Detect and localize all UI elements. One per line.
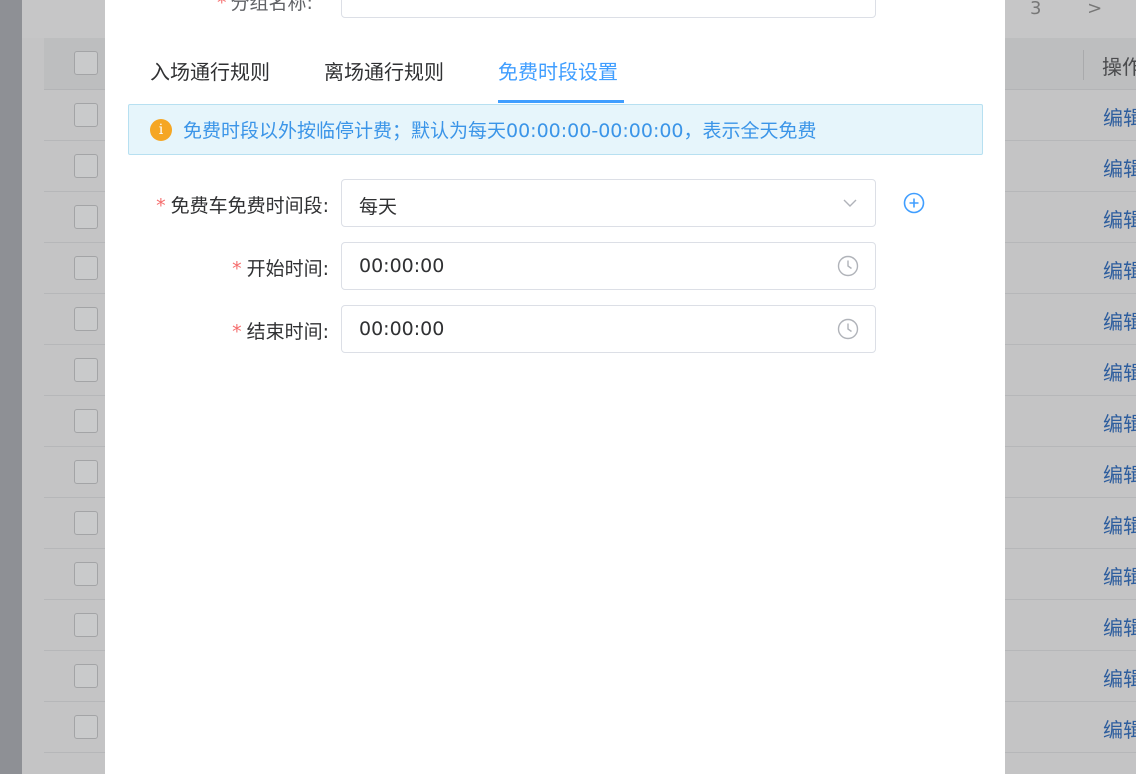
background-row-checkbox <box>74 511 98 535</box>
info-icon: i <box>150 118 172 141</box>
tab-exit-rules[interactable]: 离场通行规则 <box>324 56 444 85</box>
clock-icon <box>837 318 859 340</box>
background-header-divider <box>1083 50 1084 80</box>
required-mark: * <box>217 0 227 14</box>
add-period-plus-icon[interactable] <box>903 192 925 214</box>
start-time-value: 00:00:00 <box>359 255 445 277</box>
required-mark: * <box>156 195 166 217</box>
background-row-checkbox <box>74 307 98 331</box>
background-edit-link: 编辑 <box>1103 106 1136 130</box>
group-name-label-text: 分组名称: <box>230 0 313 14</box>
chevron-down-icon <box>843 199 857 207</box>
form-row-end-time: * 结束时间: 00:00:00 <box>105 305 1005 353</box>
background-edit-link: 编辑 <box>1103 616 1136 640</box>
group-name-input[interactable] <box>341 0 876 18</box>
free-period-dialog: * 分组名称: 入场通行规则 离场通行规则 免费时段设置 i 免费时段以外按临停计… <box>105 0 1005 774</box>
tab-free-period-settings[interactable]: 免费时段设置 <box>498 56 618 85</box>
background-row-checkbox <box>74 256 98 280</box>
background-edit-link: 编辑 <box>1103 259 1136 283</box>
start-time-label-text: 开始时间: <box>246 258 329 280</box>
end-time-label: * 结束时间: <box>232 317 329 344</box>
background-row-checkbox <box>74 715 98 739</box>
clock-icon <box>837 255 859 277</box>
background-row-checkbox <box>74 562 98 586</box>
background-edit-link: 编辑 <box>1103 361 1136 385</box>
tab-entry-rules[interactable]: 入场通行规则 <box>150 56 270 85</box>
background-row-checkbox <box>74 154 98 178</box>
active-tab-indicator <box>498 100 624 103</box>
background-row-checkbox <box>74 613 98 637</box>
end-time-picker[interactable]: 00:00:00 <box>341 305 876 353</box>
end-time-label-text: 结束时间: <box>246 321 329 343</box>
required-mark: * <box>232 258 242 280</box>
background-row-checkbox <box>74 358 98 382</box>
background-edit-link: 编辑 <box>1103 565 1136 589</box>
free-period-select[interactable]: 每天 <box>341 179 876 227</box>
background-header-checkbox <box>74 51 98 75</box>
background-edit-link: 编辑 <box>1103 718 1136 742</box>
start-time-label: * 开始时间: <box>232 254 329 281</box>
free-period-value: 每天 <box>359 196 398 218</box>
background-edit-link: 编辑 <box>1103 412 1136 436</box>
start-time-picker[interactable]: 00:00:00 <box>341 242 876 290</box>
info-alert: i 免费时段以外按临停计费；默认为每天00:00:00-00:00:00，表示全… <box>128 104 983 155</box>
background-row-checkbox <box>74 205 98 229</box>
background-row-checkbox <box>74 409 98 433</box>
rule-tabs: 入场通行规则 离场通行规则 免费时段设置 <box>128 38 983 104</box>
background-edit-link: 编辑 <box>1103 514 1136 538</box>
end-time-value: 00:00:00 <box>359 318 445 340</box>
free-period-label: * 免费车免费时间段: <box>156 191 329 218</box>
background-edit-link: 编辑 <box>1103 208 1136 232</box>
alert-text: 免费时段以外按临停计费；默认为每天00:00:00-00:00:00，表示全天免… <box>183 120 817 142</box>
background-edit-link: 编辑 <box>1103 463 1136 487</box>
background-action-column-header: 操作 <box>1102 55 1136 79</box>
background-row-checkbox <box>74 103 98 127</box>
group-name-label: * 分组名称: <box>217 0 313 15</box>
free-period-label-text: 免费车免费时间段: <box>170 195 329 217</box>
background-edit-link: 编辑 <box>1103 667 1136 691</box>
background-row-checkbox <box>74 460 98 484</box>
background-row-checkbox <box>74 664 98 688</box>
background-edit-link: 编辑 <box>1103 310 1136 334</box>
background-pagination: 3 > 共 <box>1030 0 1136 19</box>
form-row-start-time: * 开始时间: 00:00:00 <box>105 242 1005 290</box>
required-mark: * <box>232 321 242 343</box>
form-row-free-period: * 免费车免费时间段: 每天 <box>105 179 1005 227</box>
background-edit-link: 编辑 <box>1103 157 1136 181</box>
